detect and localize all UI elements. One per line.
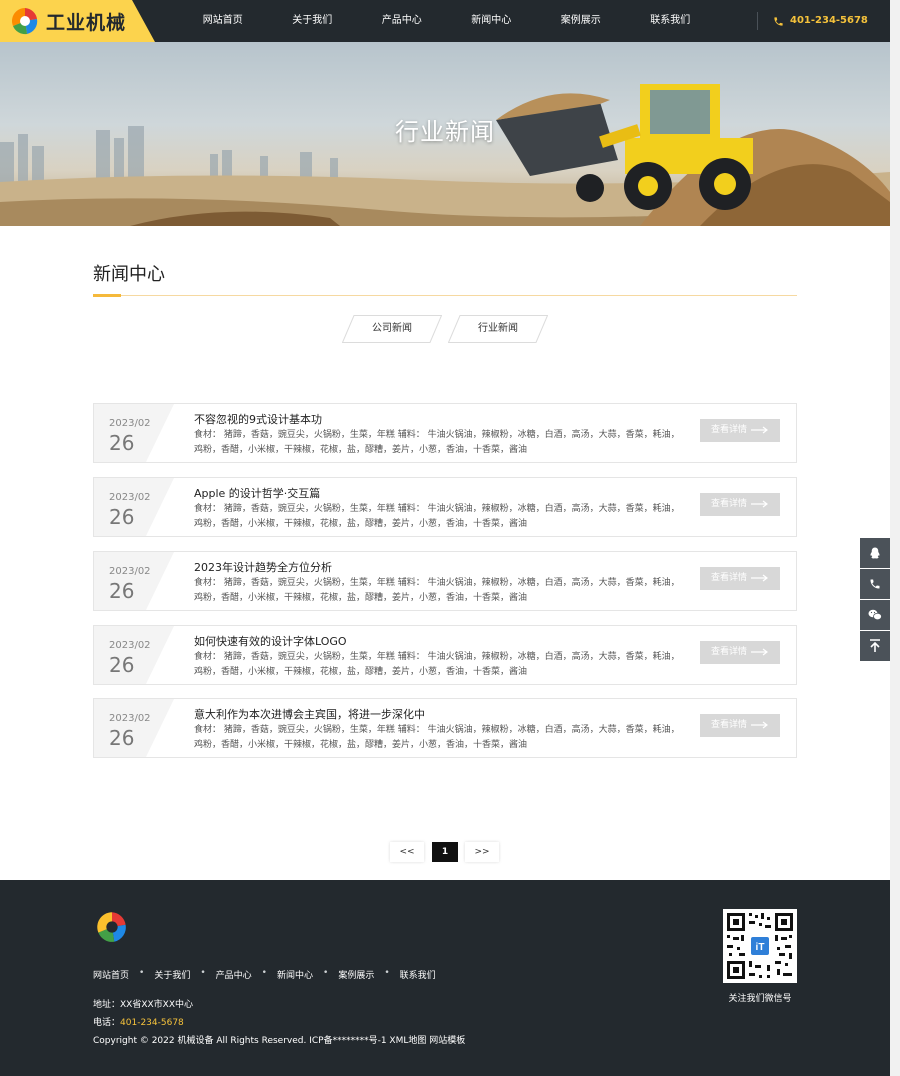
scrollbar[interactable]	[890, 0, 900, 1076]
news-summary: 食材： 猪蹄，香菇，豌豆尖，火锅粉，生菜，年糕 辅料： 牛油火锅油，辣椒粉，冰糖…	[194, 430, 680, 455]
qr-code: iT	[723, 909, 797, 983]
news-title[interactable]: Apple 的设计哲学·交互篇	[194, 485, 320, 501]
arrow-right-icon	[751, 721, 768, 729]
section-divider-accent	[93, 294, 121, 297]
news-date-day: 26	[109, 431, 135, 455]
news-date-month: 2023/02	[109, 492, 151, 503]
nav-item-contact[interactable]: 联系我们	[626, 0, 716, 42]
news-item[interactable]: 2023/02 26 不容忽视的9式设计基本功 食材： 猪蹄，香菇，豌豆尖，火锅…	[93, 403, 797, 463]
footer-phone: 电话：401-234-5678	[93, 1015, 184, 1028]
logo[interactable]: 工业机械	[0, 0, 155, 42]
wechat-icon	[868, 609, 882, 621]
footer-nav-cases[interactable]: 案例展示	[338, 968, 374, 981]
phone-icon	[774, 16, 783, 26]
arrow-right-icon	[751, 500, 768, 508]
news-item[interactable]: 2023/02 26 如何快速有效的设计字体LOGO 食材： 猪蹄，香菇，豌豆尖…	[93, 625, 797, 685]
news-item[interactable]: 2023/02 26 Apple 的设计哲学·交互篇 食材： 猪蹄，香菇，豌豆尖…	[93, 477, 797, 537]
footer-nav-dot: •	[261, 968, 267, 978]
footer-nav: 网站首页 • 关于我们 • 产品中心 • 新闻中心 • 案例展示 • 联系我们	[93, 968, 436, 981]
footer-nav-dot: •	[323, 968, 329, 978]
pagination-page-current[interactable]: 1	[432, 842, 458, 862]
view-details-button[interactable]: 查看详情	[700, 493, 780, 516]
nav-item-products[interactable]: 产品中心	[357, 0, 447, 42]
footer-phone-label: 电话：	[93, 1018, 121, 1028]
footer-nav-dot: •	[200, 968, 206, 978]
news-date-day: 26	[109, 505, 135, 529]
site-header: 工业机械 网站首页 关于我们 产品中心 新闻中心 案例展示 联系我们 401-2…	[0, 0, 890, 42]
nav-item-news[interactable]: 新闻中心	[447, 0, 537, 42]
news-title[interactable]: 不容忽视的9式设计基本功	[194, 411, 322, 427]
view-details-label: 查看详情	[711, 573, 748, 583]
section-title: 新闻中心	[93, 264, 165, 285]
side-tool-back-to-top[interactable]	[860, 631, 890, 661]
news-date-month: 2023/02	[109, 566, 151, 577]
side-tool-phone[interactable]	[860, 569, 890, 599]
site-footer: 网站首页 • 关于我们 • 产品中心 • 新闻中心 • 案例展示 • 联系我们 …	[0, 880, 890, 1076]
main-nav: 网站首页 关于我们 产品中心 新闻中心 案例展示 联系我们	[178, 0, 715, 42]
banner-title: 行业新闻	[395, 118, 495, 146]
pagination-prev[interactable]: <<	[390, 842, 424, 862]
news-date-month: 2023/02	[109, 640, 151, 651]
nav-item-home[interactable]: 网站首页	[178, 0, 268, 42]
view-details-label: 查看详情	[711, 499, 748, 509]
view-details-button[interactable]: 查看详情	[700, 714, 780, 737]
tab-company-news[interactable]: 公司新闻	[342, 315, 442, 343]
logo-text: 工业机械	[46, 12, 127, 34]
pagination-next[interactable]: >>	[465, 842, 499, 862]
phone-icon	[870, 579, 880, 589]
footer-address: 地址：XX省XX市XX中心	[93, 1000, 193, 1010]
svg-text:iT: iT	[756, 942, 765, 953]
side-tool-qq[interactable]	[860, 538, 890, 568]
footer-nav-home[interactable]: 网站首页	[93, 968, 129, 981]
footer-logo-icon[interactable]	[95, 910, 129, 944]
section-divider	[93, 295, 797, 296]
view-details-label: 查看详情	[711, 647, 748, 657]
news-item[interactable]: 2023/02 26 2023年设计趋势全方位分析 食材： 猪蹄，香菇，豌豆尖，…	[93, 551, 797, 611]
divider	[757, 12, 758, 30]
footer-nav-contact[interactable]: 联系我们	[400, 968, 436, 981]
news-title[interactable]: 2023年设计趋势全方位分析	[194, 559, 332, 575]
news-summary: 食材： 猪蹄，香菇，豌豆尖，火锅粉，生菜，年糕 辅料： 牛油火锅油，辣椒粉，冰糖…	[194, 504, 680, 529]
news-title[interactable]: 如何快速有效的设计字体LOGO	[194, 633, 347, 649]
tab-industry-news[interactable]: 行业新闻	[448, 315, 548, 343]
view-details-label: 查看详情	[711, 720, 748, 730]
nav-item-cases[interactable]: 案例展示	[536, 0, 626, 42]
page-banner: 行业新闻	[0, 42, 890, 226]
arrow-right-icon	[751, 648, 768, 656]
footer-nav-dot: •	[139, 968, 145, 978]
news-date-day: 26	[109, 726, 135, 750]
footer-nav-news[interactable]: 新闻中心	[277, 968, 313, 981]
back-to-top-icon	[870, 639, 880, 652]
tab-label: 行业新闻	[478, 323, 518, 334]
side-tool-wechat[interactable]	[860, 600, 890, 630]
footer-phone-number[interactable]: 401-234-5678	[120, 1018, 184, 1028]
news-summary: 食材： 猪蹄，香菇，豌豆尖，火锅粉，生菜，年糕 辅料： 牛油火锅油，辣椒粉，冰糖…	[194, 652, 680, 677]
news-date-day: 26	[109, 579, 135, 603]
footer-nav-about[interactable]: 关于我们	[154, 968, 190, 981]
arrow-right-icon	[751, 426, 768, 434]
header-phone[interactable]: 401-234-5678	[773, 0, 868, 42]
qr-caption: 关注我们微信号	[728, 994, 792, 1004]
view-details-button[interactable]: 查看详情	[700, 567, 780, 590]
news-item[interactable]: 2023/02 26 意大利作为本次进博会主宾国，将进一步深化中 食材： 猪蹄，…	[93, 698, 797, 758]
news-summary: 食材： 猪蹄，香菇，豌豆尖，火锅粉，生菜，年糕 辅料： 牛油火锅油，辣椒粉，冰糖…	[194, 578, 680, 603]
view-details-label: 查看详情	[711, 425, 748, 435]
logo-mark-icon	[11, 7, 39, 35]
qq-icon	[870, 547, 880, 558]
view-details-button[interactable]: 查看详情	[700, 419, 780, 442]
header-phone-number: 401-234-5678	[790, 15, 868, 26]
tab-label: 公司新闻	[372, 323, 412, 334]
news-title[interactable]: 意大利作为本次进博会主宾国，将进一步深化中	[194, 706, 425, 722]
footer-copyright: Copyright © 2022 机械设备 All Rights Reserve…	[93, 1036, 466, 1046]
news-date-day: 26	[109, 653, 135, 677]
footer-nav-products[interactable]: 产品中心	[216, 968, 252, 981]
news-date-month: 2023/02	[109, 418, 151, 429]
news-summary: 食材： 猪蹄，香菇，豌豆尖，火锅粉，生菜，年糕 辅料： 牛油火锅油，辣椒粉，冰糖…	[194, 725, 680, 750]
footer-nav-dot: •	[384, 968, 390, 978]
news-date-month: 2023/02	[109, 713, 151, 724]
nav-item-about[interactable]: 关于我们	[268, 0, 358, 42]
arrow-right-icon	[751, 574, 768, 582]
view-details-button[interactable]: 查看详情	[700, 641, 780, 664]
